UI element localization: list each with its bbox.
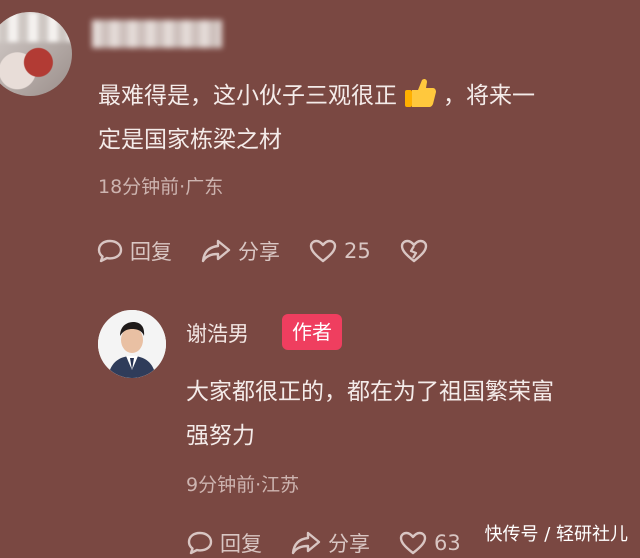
author-badge: 作者	[282, 314, 342, 350]
comment-text-part1: 最难得是，这小伙子三观很正	[98, 83, 397, 109]
broken-heart-icon	[400, 239, 427, 263]
like-button[interactable]: 25	[308, 238, 371, 264]
share-icon	[291, 531, 321, 555]
heart-icon	[309, 239, 337, 263]
commenter-name-blurred	[92, 20, 222, 48]
comment-meta: 18分钟前·广东	[98, 176, 224, 198]
like-count: 63	[434, 531, 461, 555]
author-avatar[interactable]	[98, 310, 166, 378]
heart-icon	[399, 531, 427, 555]
reply-label: 回复	[130, 240, 172, 264]
comment-actions: 回复 分享 25	[96, 236, 463, 266]
watermark: 快传号 / 轻研社儿	[484, 524, 628, 545]
author-name[interactable]: 谢浩男	[186, 318, 249, 348]
reply-button[interactable]: 回复	[96, 236, 172, 266]
reply-icon	[97, 239, 123, 263]
reply-text-line2: 强努力	[186, 423, 255, 449]
commenter-avatar[interactable]	[0, 12, 72, 96]
reply-text-line1: 大家都很正的，都在为了祖国繁荣富	[186, 379, 554, 405]
share-icon	[201, 239, 231, 263]
reply-icon	[187, 531, 213, 555]
comment-text-part2: ，将来一	[443, 83, 535, 109]
thumbs-up-icon	[403, 75, 437, 109]
share-button[interactable]: 分享	[200, 236, 280, 266]
reply-text: 大家都很正的，都在为了祖国繁荣富 强努力	[186, 370, 626, 458]
comment-text-line2: 定是国家栋梁之材	[98, 127, 282, 153]
like-count: 25	[344, 239, 371, 263]
comment-text: 最难得是，这小伙子三观很正 ，将来一 定是国家栋梁之材	[98, 74, 618, 162]
like-button[interactable]: 63	[398, 530, 461, 556]
share-label: 分享	[238, 240, 280, 264]
dislike-button[interactable]	[399, 238, 435, 264]
reply-meta: 9分钟前·江苏	[186, 474, 300, 496]
